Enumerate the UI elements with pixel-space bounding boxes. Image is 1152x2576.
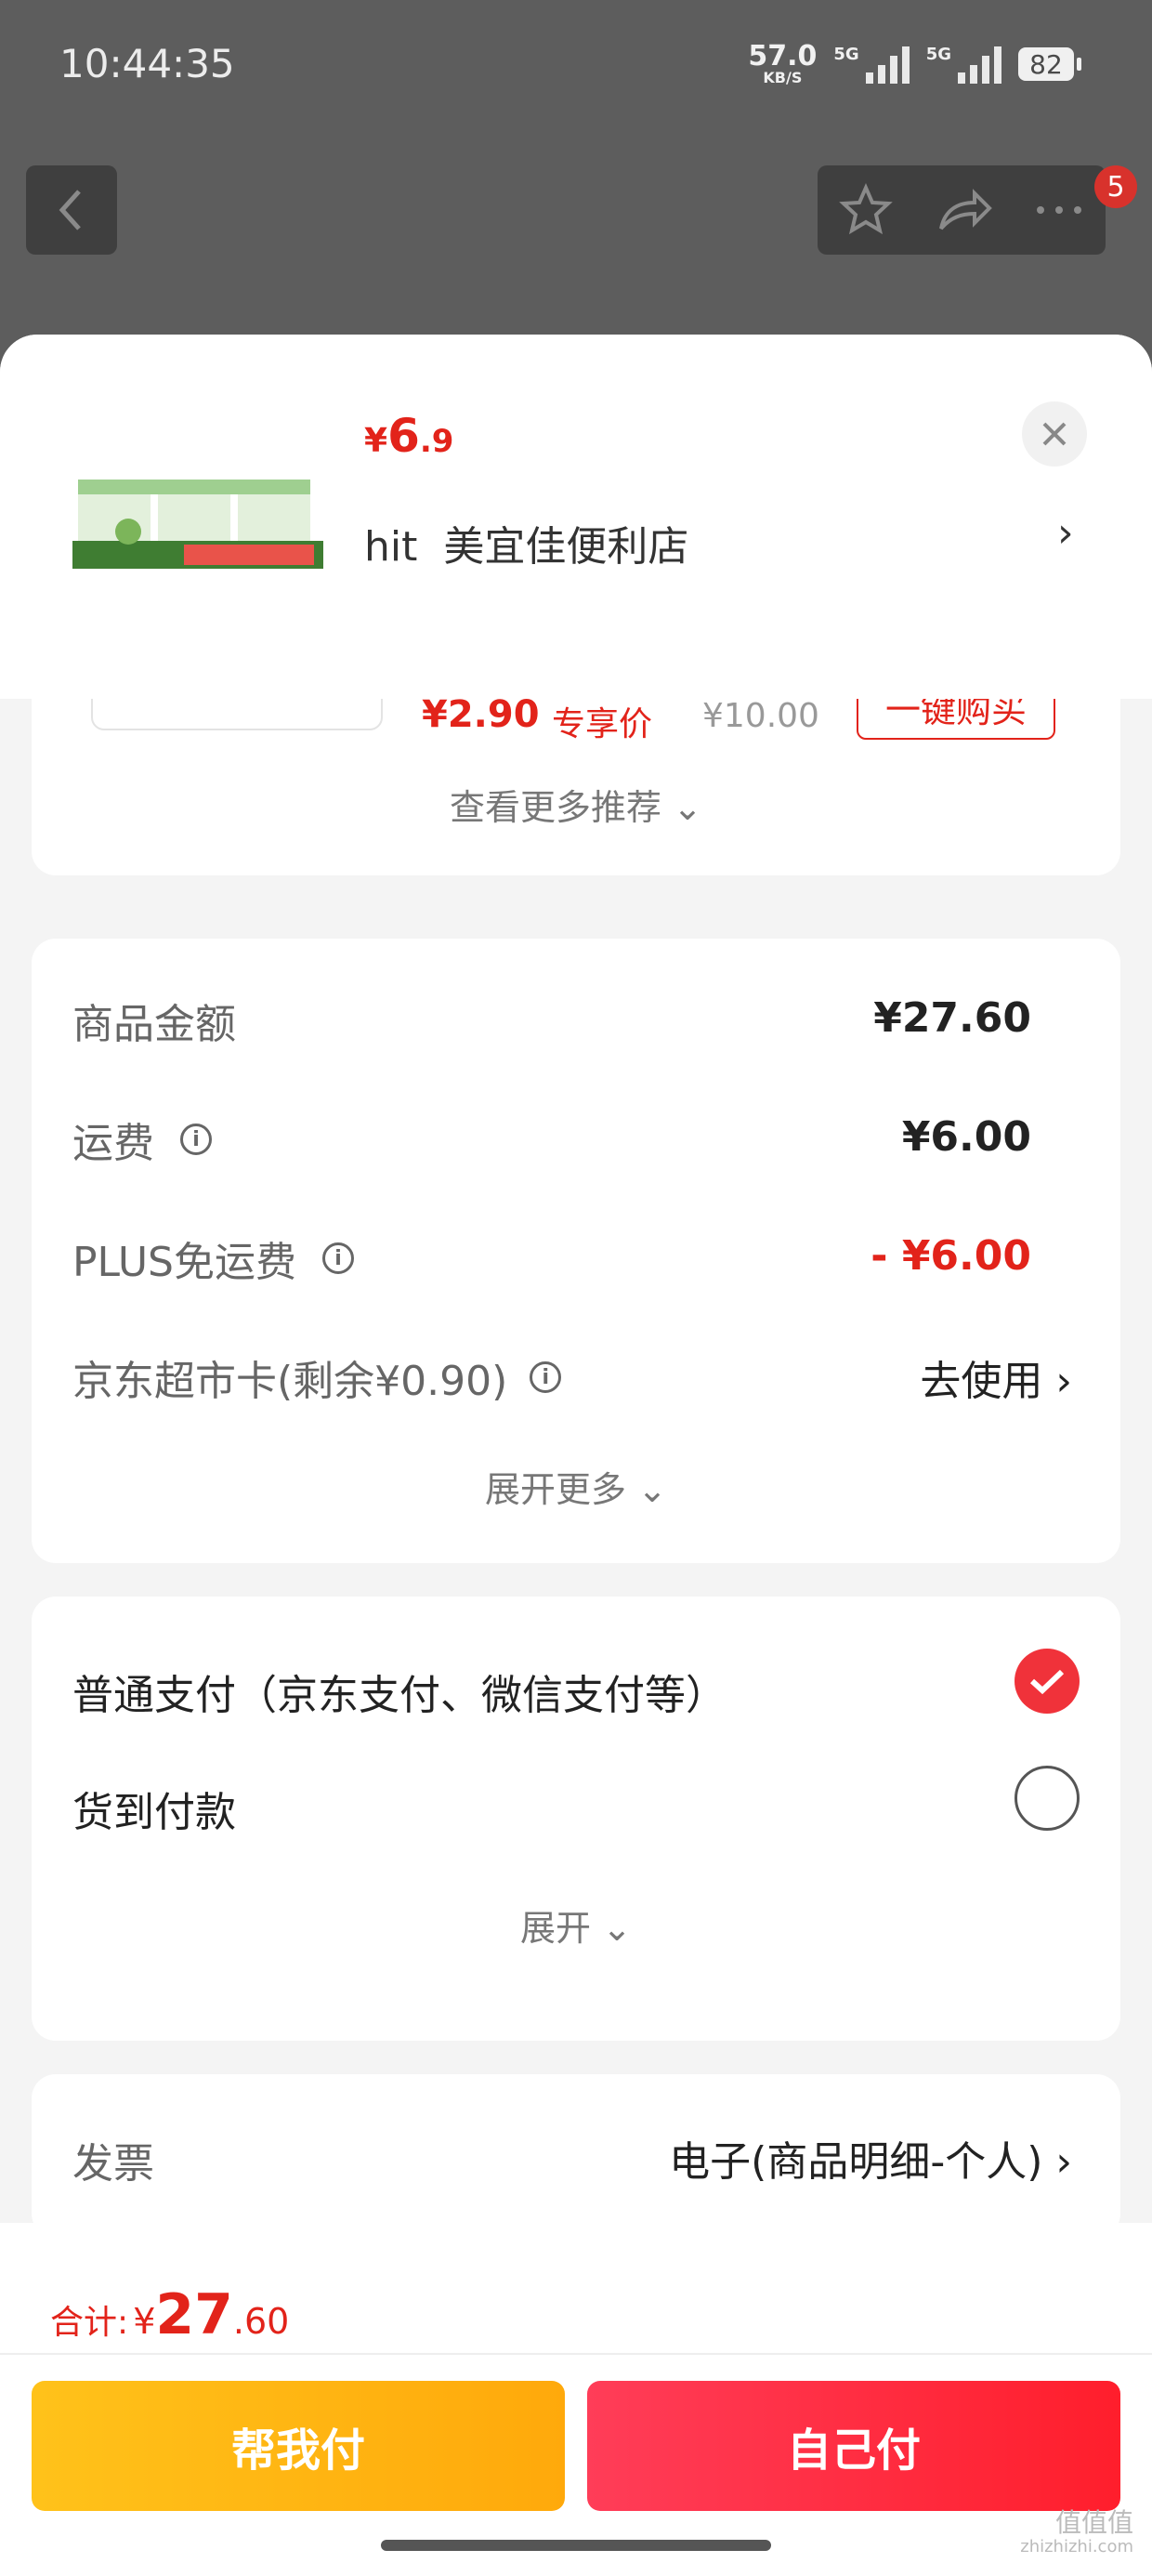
action-bar [818, 165, 1106, 255]
chevron-right-icon[interactable]: › [1057, 509, 1074, 557]
checkout-footer: 合计: ¥27.60 帮我付 自己付 [0, 2223, 1152, 2576]
jd-card-row: 京东超市卡(剩余¥0.90) i [72, 1347, 562, 1407]
check-icon [1029, 1669, 1065, 1695]
chevron-right-icon: › [1055, 2138, 1072, 2186]
expand-payment-link[interactable]: 展开 ⌄ [32, 1899, 1120, 1951]
plus-discount-value: - ¥6.00 [871, 1232, 1031, 1280]
payment-radio-selected[interactable] [1015, 1649, 1080, 1714]
payment-card: 普通支付（京东支付、微信支付等） 货到付款 展开 ⌄ [32, 1597, 1120, 2041]
invoice-label: 发票 [72, 2140, 154, 2188]
share-icon[interactable] [934, 182, 993, 238]
store-name[interactable]: hit 美宜佳便利店 [364, 513, 688, 572]
invoice-card[interactable]: 发票 电子(商品明细-个人) › [32, 2074, 1120, 2238]
close-icon [1042, 422, 1067, 446]
recommend-item-box [91, 699, 383, 730]
footer-divider [0, 2353, 1152, 2355]
status-icons: 57.0 KB/S 5G 5G 82 [748, 40, 1081, 86]
chevron-right-icon: › [1055, 1358, 1072, 1405]
more-recommend-link[interactable]: 查看更多推荐 ⌄ [32, 779, 1120, 830]
back-button[interactable] [26, 165, 117, 255]
use-card-link[interactable]: 去使用 › [920, 1347, 1072, 1407]
goods-amount-value: ¥27.60 [873, 994, 1031, 1042]
payment-radio-unselected[interactable] [1015, 1766, 1080, 1831]
product-header: ¥6.9 hit 美宜佳便利店 › [0, 335, 1152, 699]
signal-icon-2: 5G [926, 45, 1001, 84]
star-icon[interactable] [838, 182, 894, 238]
chevron-down-icon: ⌄ [673, 787, 702, 828]
self-pay-button[interactable]: 自己付 [587, 2381, 1120, 2511]
message-badge: 5 [1094, 165, 1137, 208]
product-thumbnail[interactable] [72, 474, 323, 584]
payment-option-normal[interactable]: 普通支付（京东支付、微信支付等） [72, 1662, 727, 1721]
info-icon[interactable]: i [530, 1361, 562, 1393]
watermark: 值值值 zhizhizhi.com [1020, 2507, 1133, 2556]
home-indicator[interactable] [381, 2540, 771, 2551]
help-pay-button[interactable]: 帮我付 [32, 2381, 565, 2511]
recommend-original-price: ¥10.00 [702, 699, 819, 735]
shipping-value: ¥6.00 [901, 1113, 1031, 1161]
signal-icon: 5G [833, 45, 910, 84]
checkout-sheet: ¥6.9 hit 美宜佳便利店 › ¥2.90 专享价 ¥10.00 一键购买 … [0, 335, 1152, 2576]
recommend-card: ¥2.90 专享价 ¥10.00 一键购买 查看更多推荐 ⌄ [32, 699, 1120, 875]
invoice-value[interactable]: 电子(商品明细-个人) › [669, 2128, 1072, 2188]
recommend-tag: 专享价 [552, 705, 653, 743]
plus-free-shipping-row: PLUS免运费 i [72, 1229, 354, 1288]
battery-icon: 82 [1018, 47, 1081, 81]
product-price: ¥6.9 [364, 409, 454, 463]
close-button[interactable] [1022, 401, 1087, 467]
recommend-price: ¥2.90 [422, 699, 540, 736]
chevron-down-icon: ⌄ [602, 1908, 632, 1949]
network-speed: 57.0 KB/S [748, 40, 818, 86]
more-icon[interactable] [1033, 201, 1085, 219]
chevron-left-icon [59, 190, 81, 230]
info-icon[interactable]: i [180, 1124, 212, 1155]
goods-amount-label: 商品金额 [72, 1001, 236, 1048]
expand-more-link[interactable]: 展开更多 ⌄ [32, 1461, 1120, 1512]
total-amount: 合计: ¥27.60 [50, 2282, 290, 2347]
payment-option-cod[interactable]: 货到付款 [72, 1779, 236, 1838]
info-icon[interactable]: i [322, 1242, 354, 1274]
one-click-buy-button[interactable]: 一键购买 [857, 699, 1055, 740]
status-time: 10:44:35 [59, 41, 235, 86]
fee-card: 商品金额 ¥27.60 运费 i ¥6.00 PLUS免运费 i - ¥6.00… [32, 939, 1120, 1563]
shipping-row: 运费 i [72, 1110, 212, 1169]
chevron-down-icon: ⌄ [637, 1469, 667, 1510]
